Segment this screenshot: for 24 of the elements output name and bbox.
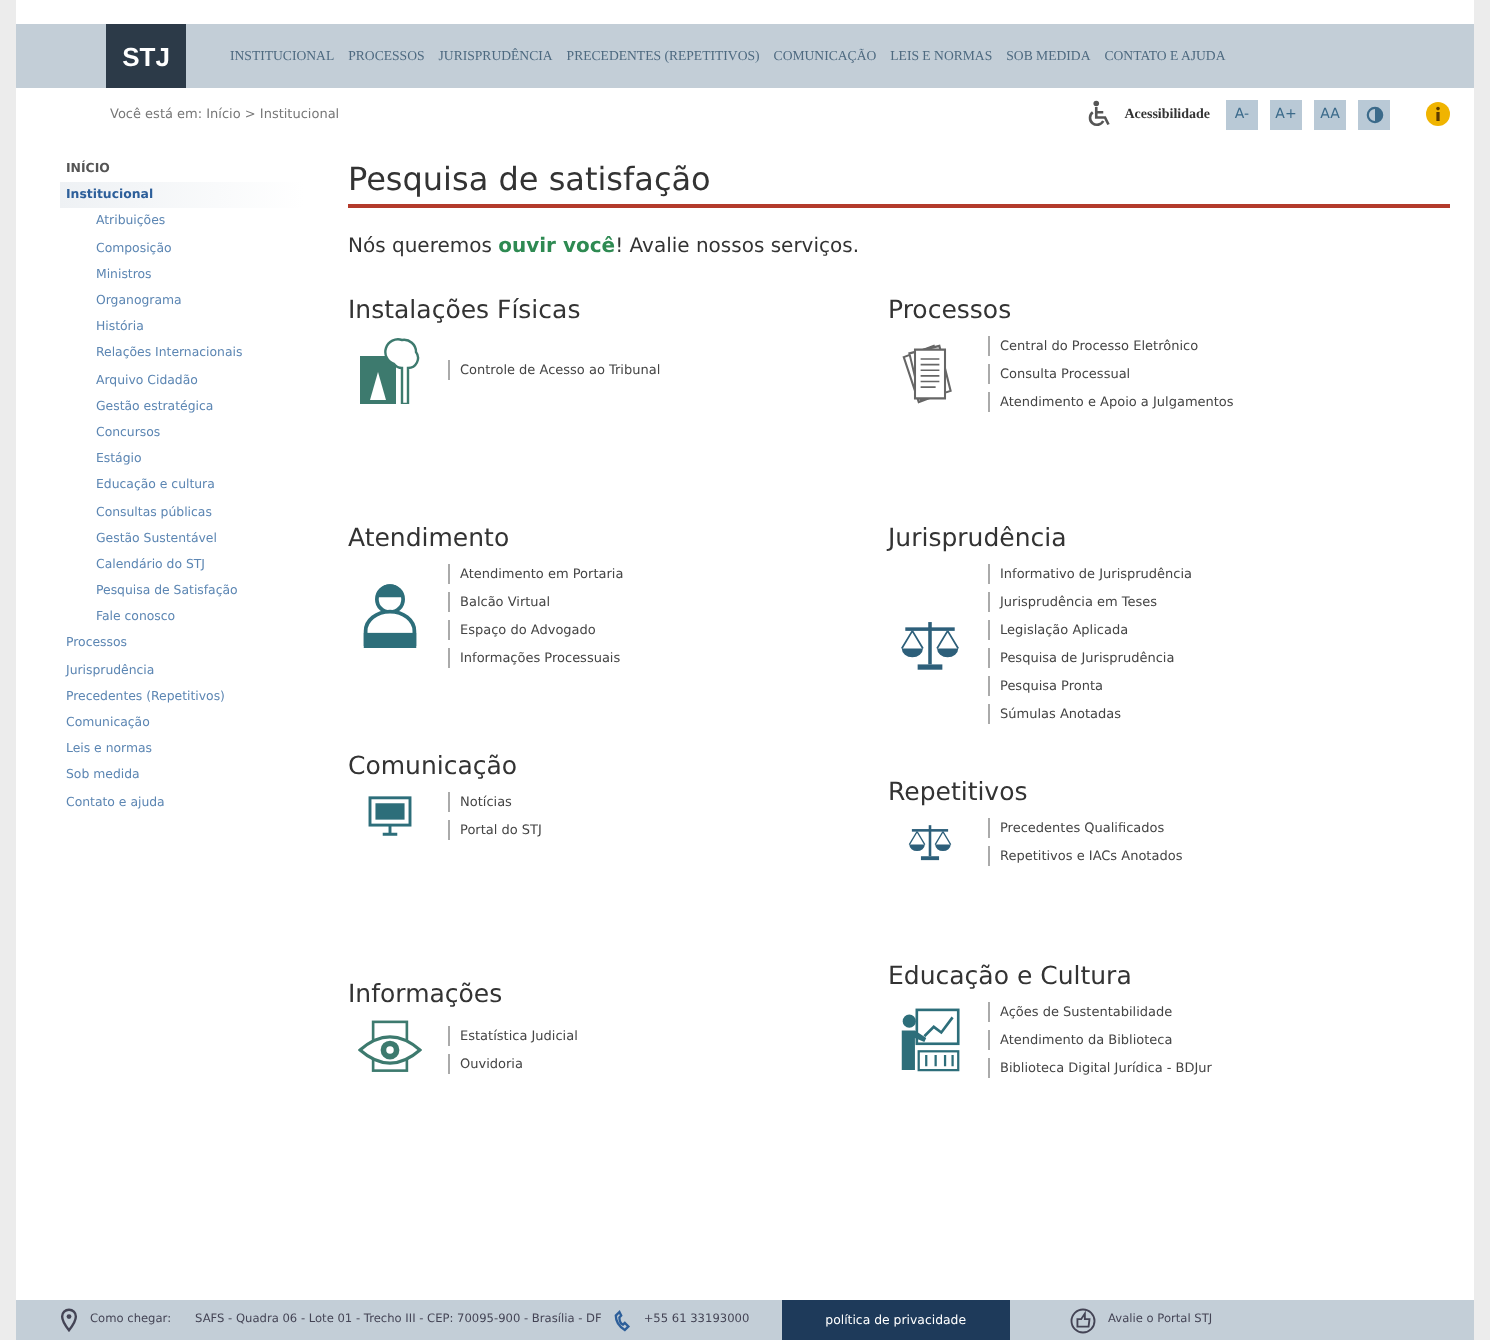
intro-text: Nós queremos ouvir você! Avalie nossos serviços. [348, 236, 862, 258]
section-title: Educação e Cultura [888, 960, 1134, 990]
location-pin-icon [60, 1308, 78, 1332]
info-icon[interactable] [1426, 102, 1450, 126]
section-title: Atendimento [348, 522, 512, 552]
section-title: Informações [348, 978, 505, 1008]
section-title: Processos [888, 294, 1014, 324]
teacher-board-icon [898, 1006, 962, 1074]
section-title: Instalações Físicas [348, 294, 583, 324]
thumbs-up-icon [1070, 1307, 1097, 1333]
phone-icon [613, 1309, 632, 1331]
contrast-icon [1365, 105, 1383, 123]
logo[interactable]: STJ [106, 24, 186, 88]
page-title: Pesquisa de satisfação [348, 160, 1450, 208]
contrast-button[interactable] [1358, 99, 1390, 129]
section-title: Jurisprudência [888, 522, 1069, 552]
attendant-icon [360, 582, 420, 650]
scales-icon [908, 822, 952, 862]
section-title: Comunicação [348, 750, 520, 780]
monitor-icon [368, 796, 412, 836]
wheelchair-icon [1084, 100, 1113, 128]
building-tree-icon [360, 336, 420, 404]
scales-icon [900, 617, 960, 671]
section-title: Repetitivos [888, 776, 1030, 806]
